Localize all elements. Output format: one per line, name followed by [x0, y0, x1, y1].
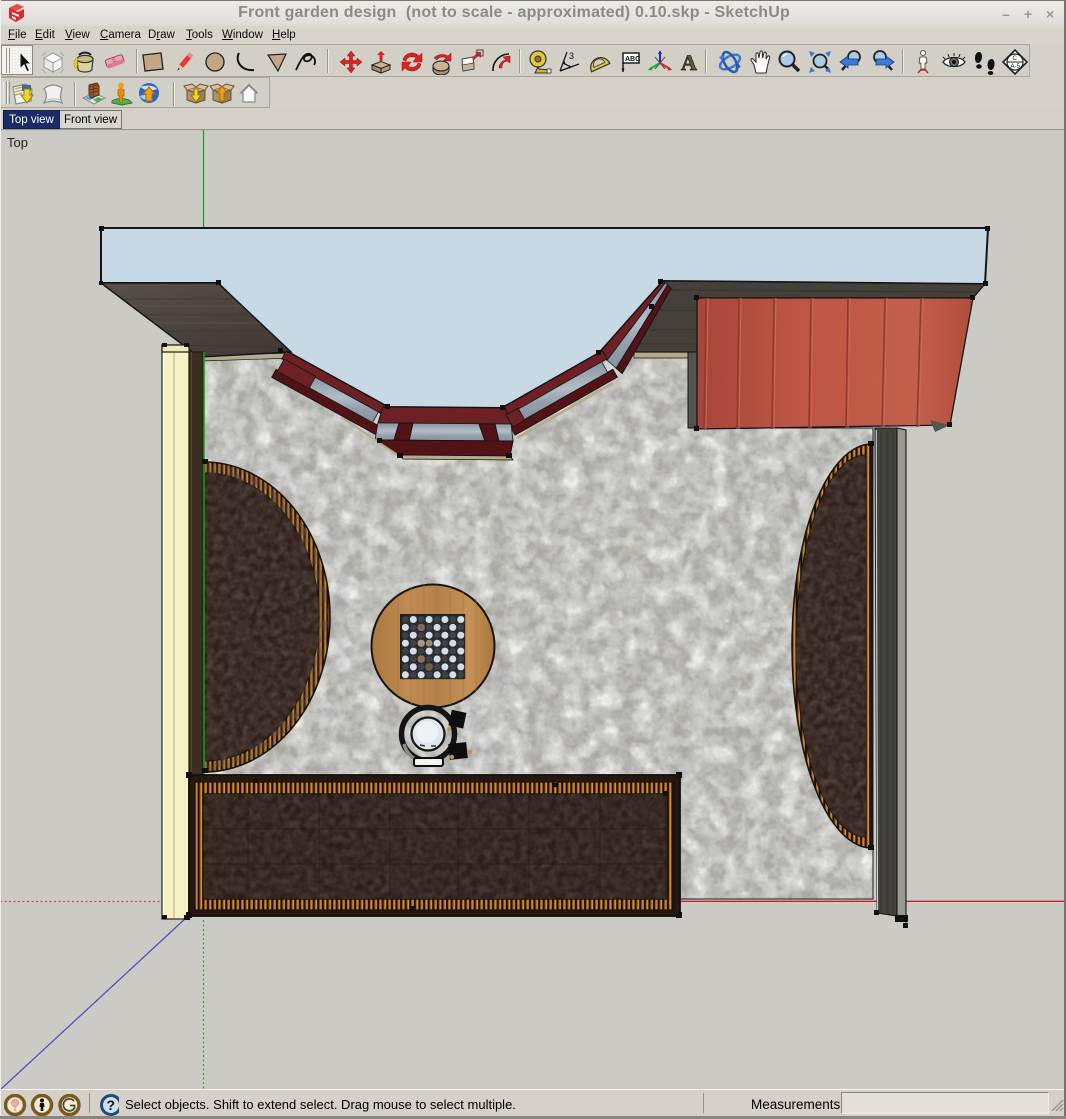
svg-text:3: 3 [569, 51, 574, 61]
svg-text:?: ? [107, 1097, 116, 1113]
svg-text:ABC: ABC [625, 56, 640, 63]
svg-text:C: C [1013, 56, 1018, 62]
svg-text:Top: Top [7, 135, 28, 150]
svg-text:A-5: A-5 [1011, 64, 1021, 70]
svg-text:A: A [681, 50, 697, 75]
